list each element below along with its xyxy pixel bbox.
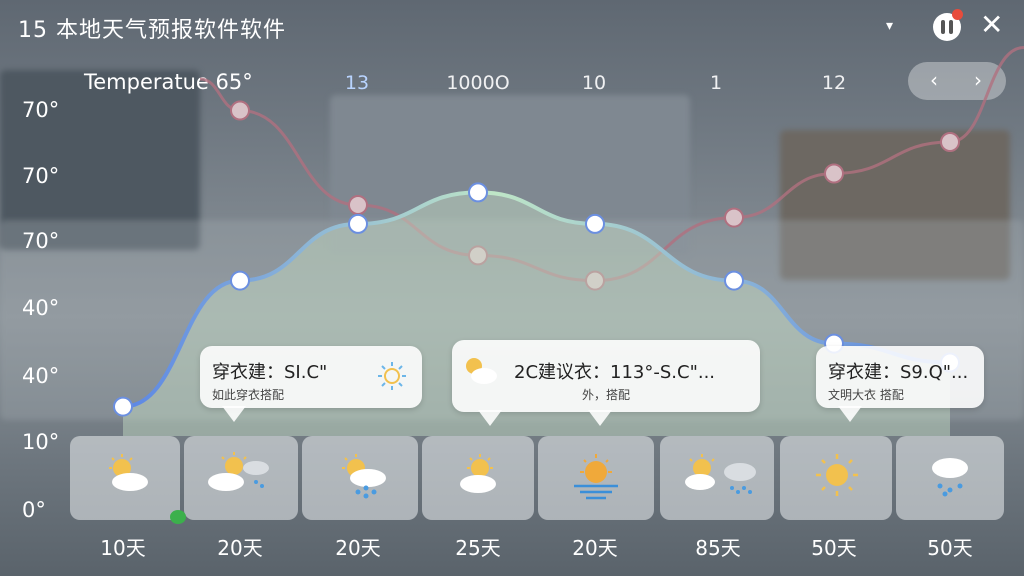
high-temp-point[interactable]: [724, 207, 744, 228]
forecast-card[interactable]: [660, 436, 774, 520]
bubble-tail: [838, 406, 862, 422]
low-temp-point[interactable]: [230, 270, 250, 291]
cloud-rain-icon: [932, 458, 968, 497]
clothing-tip-text: 2C建议衣：113°-S.C"...: [514, 362, 716, 383]
forecast-day: 50天: [927, 536, 973, 560]
clothing-tip-subtext: 如此穿衣搭配: [212, 388, 285, 402]
partly-cloudy-icon: [109, 454, 148, 491]
clothing-tip-bubble[interactable]: 穿衣建：SI.C" 如此穿衣搭配: [200, 346, 422, 422]
forecast-card[interactable]: [896, 436, 1004, 520]
low-temp-point[interactable]: [468, 182, 488, 203]
forecast-day: 25天: [455, 536, 501, 560]
forecast-day: 20天: [217, 536, 263, 560]
high-temp-point[interactable]: [824, 163, 844, 184]
bubble-tail: [588, 410, 612, 426]
high-temp-point[interactable]: [230, 100, 250, 121]
clothing-tip-text: 穿衣建：S9.Q"...: [828, 362, 969, 383]
sunrise-icon: [574, 454, 618, 500]
forecast-card[interactable]: [422, 436, 534, 520]
forecast-day: 20天: [335, 536, 381, 560]
forecast-card[interactable]: [302, 436, 418, 520]
clothing-tip-text: 穿衣建：SI.C": [212, 362, 328, 383]
forecast-card[interactable]: [184, 436, 298, 520]
forecast-day: 20天: [572, 536, 618, 560]
sun-cloud-rain-icon: [208, 452, 269, 491]
sun-icon: [378, 362, 406, 390]
bubble-tail: [478, 410, 502, 426]
low-temp-point[interactable]: [348, 213, 368, 234]
clothing-tip-bubble[interactable]: 2C建议衣：113°-S.C"... 外，搭配: [452, 340, 760, 426]
partly-cloudy-icon: [460, 454, 496, 493]
forecast-day: 10天: [100, 536, 146, 560]
forecast-card[interactable]: [70, 436, 180, 520]
high-temp-point[interactable]: [940, 132, 960, 152]
clothing-tip-bubble[interactable]: 穿衣建：S9.Q"... 文明大衣 搭配: [816, 346, 984, 422]
bubble-tail: [222, 406, 246, 422]
sun-icon: [816, 454, 858, 496]
low-temp-point[interactable]: [585, 213, 605, 234]
low-temp-point[interactable]: [113, 396, 133, 417]
high-temp-point[interactable]: [348, 195, 368, 215]
forecast-day: 50天: [811, 536, 857, 560]
sun-cloud-rain-icon: [342, 454, 386, 499]
partly-cloudy-icon: [466, 358, 497, 384]
forecast-card[interactable]: [780, 436, 892, 520]
location-dot: [170, 510, 186, 524]
sun-cloud-rain-icon: [685, 454, 756, 494]
forecast-card[interactable]: [538, 436, 654, 520]
clothing-tip-subtext: 外，搭配: [582, 388, 631, 402]
forecast-day: 85天: [695, 536, 741, 560]
weather-window: 15 本地天气预报软件软件 ▾ ✕ Temperatue 65° 13 1000…: [0, 0, 1024, 576]
clothing-tip-subtext: 文明大衣 搭配: [828, 388, 904, 402]
low-temp-point[interactable]: [724, 270, 744, 291]
